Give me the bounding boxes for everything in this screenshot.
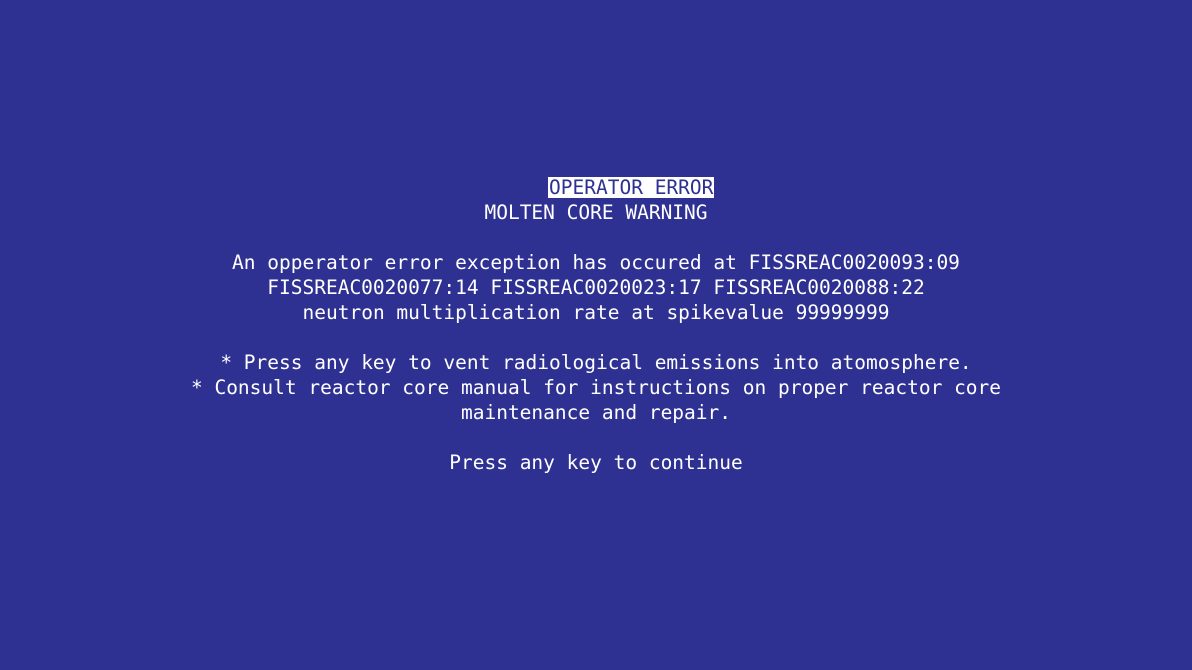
instruction-line: * Consult reactor core manual for instru… <box>190 376 1002 399</box>
continue-prompt: Press any key to continue <box>449 451 743 474</box>
message-line: neutron multiplication rate at spikevalu… <box>302 301 890 324</box>
error-heading: MOLTEN CORE WARNING <box>484 201 708 224</box>
message-line: FISSREAC0020077:14 FISSREAC0020023:17 FI… <box>267 276 925 299</box>
bsod-screen[interactable]: OPERATOR ERROR MOLTEN CORE WARNING An op… <box>0 0 1192 670</box>
message-line: An opperator error exception has occured… <box>232 251 960 274</box>
error-title: OPERATOR ERROR <box>548 176 715 199</box>
instruction-line: * Press any key to vent radiological emi… <box>220 351 972 374</box>
error-title-line: OPERATOR ERROR <box>0 150 1192 198</box>
instruction-line: maintenance and repair. <box>460 401 732 424</box>
error-content: OPERATOR ERROR MOLTEN CORE WARNING An op… <box>0 150 1192 475</box>
